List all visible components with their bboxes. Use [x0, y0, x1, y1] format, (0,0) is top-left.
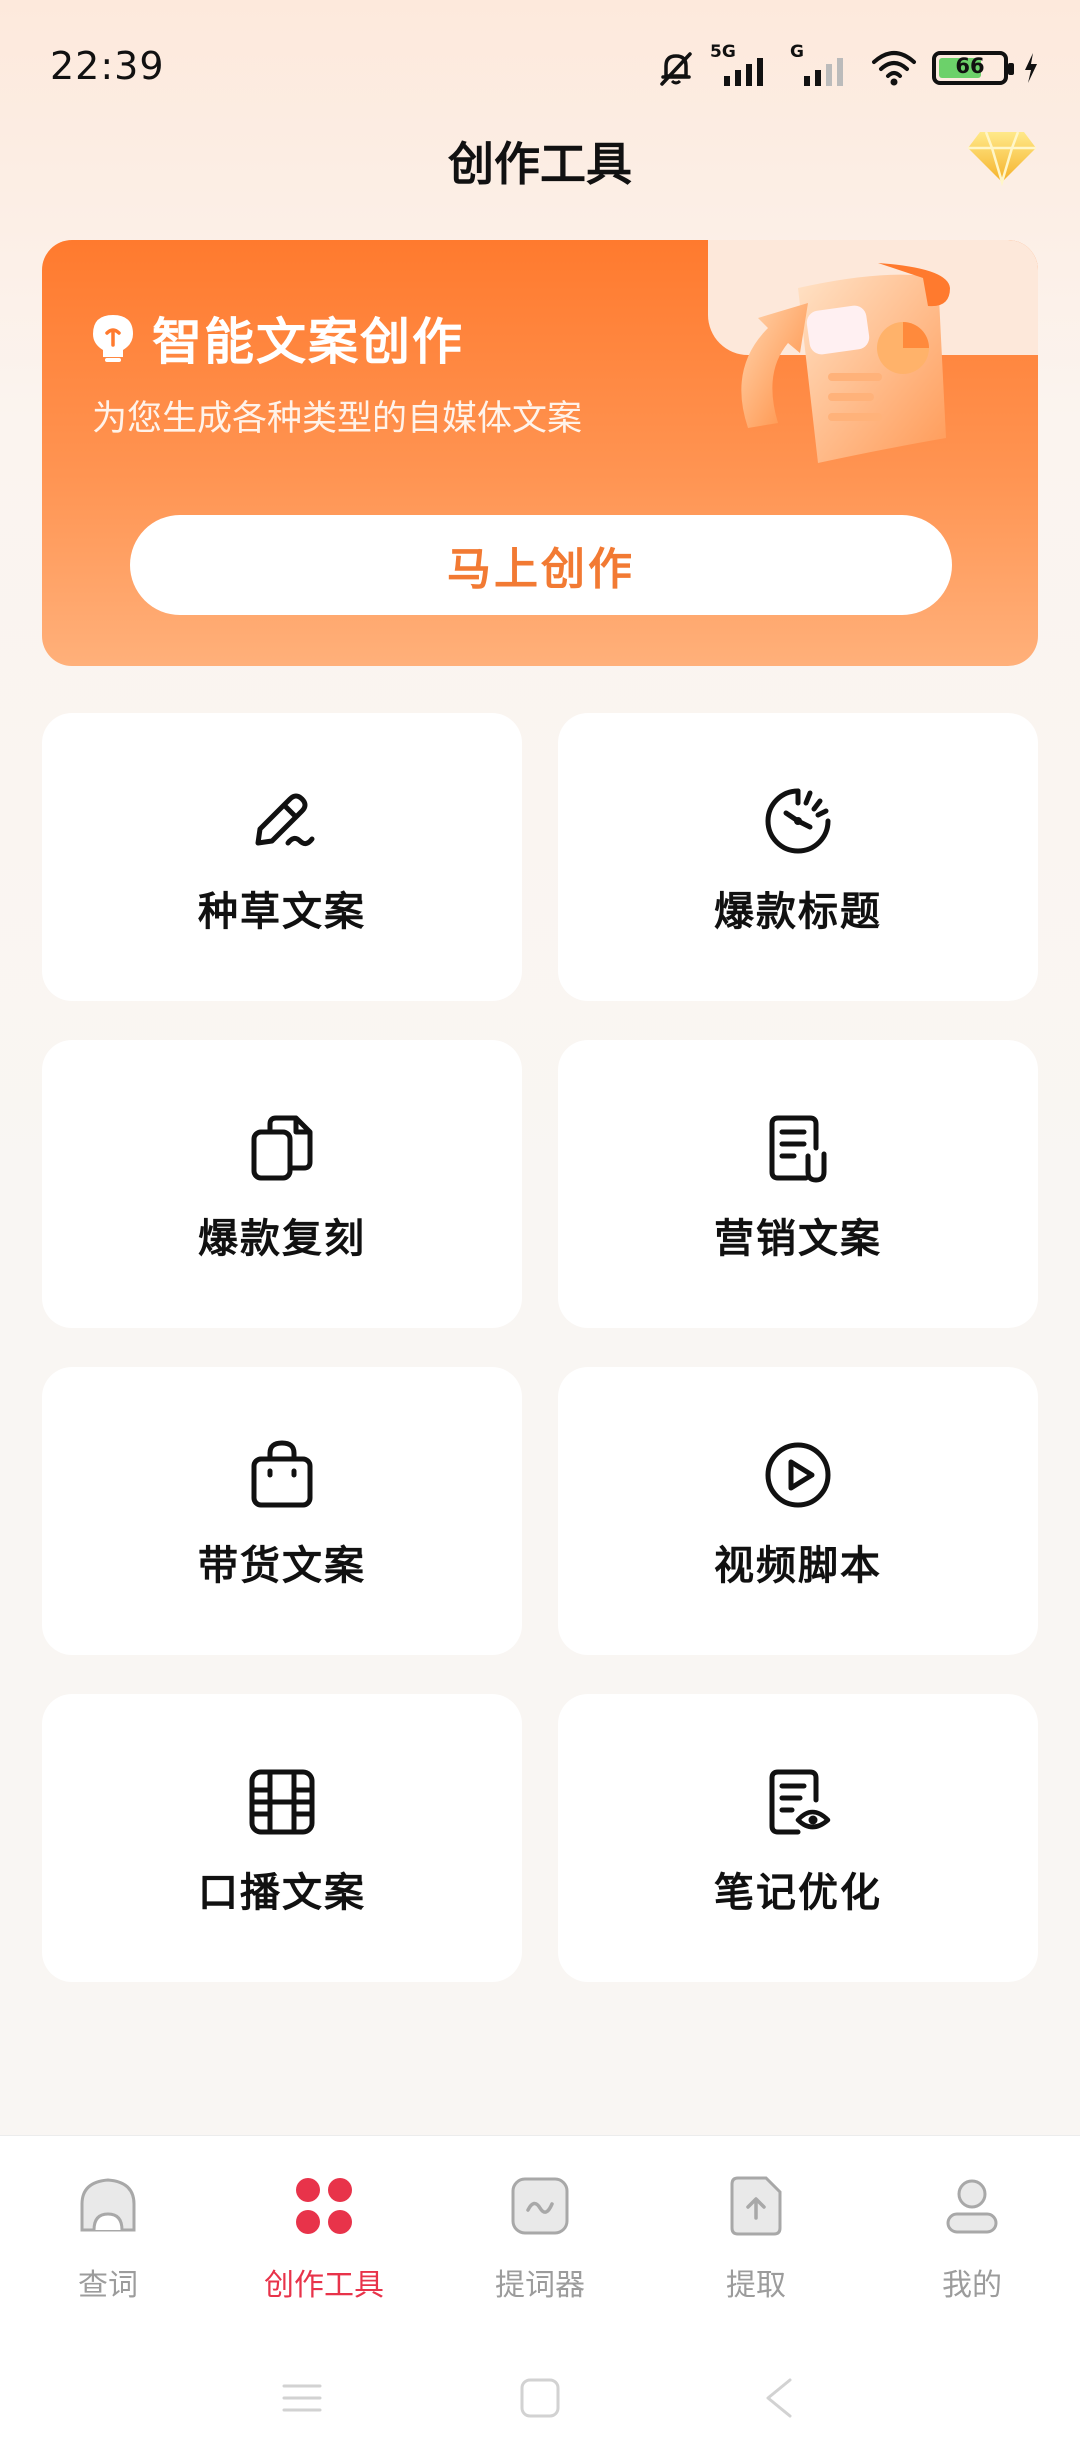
copy-icon [251, 1115, 313, 1181]
tab-creation-tools[interactable]: 创作工具 [216, 2174, 432, 2314]
tool-label: 营销文案 [714, 1216, 882, 1262]
create-now-button[interactable]: 马上创作 [130, 515, 952, 615]
home-icon [80, 2178, 136, 2232]
banner-head: 智能文案创作 [90, 302, 464, 374]
status-bar: 22:39 5G G 66 [0, 0, 1080, 130]
tool-card-selling-copy[interactable]: 带货文案 [42, 1367, 522, 1655]
status-time: 22:39 [50, 44, 165, 88]
tool-label: 种草文案 [198, 889, 366, 935]
battery-level: 66 [955, 54, 985, 78]
battery-icon: 66 [932, 51, 1014, 85]
tool-label: 爆款复刻 [198, 1216, 366, 1262]
back-icon[interactable] [758, 2376, 802, 2420]
status-icons: 5G G 66 [656, 42, 1040, 92]
grid-icon [296, 2178, 352, 2234]
tool-label: 带货文案 [198, 1543, 366, 1589]
timer-icon [765, 788, 831, 854]
tool-card-video-script[interactable]: 视频脚本 [558, 1367, 1038, 1655]
tab-label: 提取 [726, 2268, 786, 2303]
mute-bell-icon [660, 52, 692, 86]
signal-5g-icon: 5G [710, 42, 776, 88]
tab-label: 提词器 [495, 2268, 585, 2303]
home-square-icon[interactable] [518, 2376, 562, 2420]
charging-icon [1025, 53, 1037, 83]
shopping-bag-icon [251, 1440, 313, 1508]
user-icon [946, 2179, 998, 2234]
tool-card-oral-broadcast[interactable]: 口播文案 [42, 1694, 522, 1982]
play-circle-icon [765, 1442, 831, 1508]
page-title: 创作工具 [448, 137, 632, 191]
tool-label: 视频脚本 [714, 1543, 882, 1589]
tool-card-seeding-copy[interactable]: 种草文案 [42, 713, 522, 1001]
upload-file-icon [730, 2176, 782, 2236]
tool-label: 口播文案 [198, 1870, 366, 1916]
prompter-icon [511, 2177, 569, 2235]
wifi-icon [872, 51, 916, 86]
tab-extract[interactable]: 提取 [648, 2174, 864, 2314]
tab-label: 我的 [942, 2268, 1002, 2303]
lightbulb-icon [93, 315, 133, 362]
system-nav [0, 2360, 1080, 2440]
tool-label: 笔记优化 [714, 1870, 882, 1916]
document-eye-icon [769, 1769, 831, 1835]
menu-icon[interactable] [280, 2376, 324, 2420]
tab-label: 创作工具 [264, 2268, 384, 2303]
banner-title: 智能文案创作 [152, 313, 464, 371]
banner-subtitle: 为您生成各种类型的自媒体文案 [92, 399, 583, 439]
film-icon [249, 1769, 315, 1835]
tab-teleprompter[interactable]: 提词器 [432, 2174, 648, 2314]
tab-mine[interactable]: 我的 [864, 2174, 1080, 2314]
tool-label: 爆款标题 [714, 889, 882, 935]
pen-icon [255, 793, 315, 847]
tool-card-viral-title[interactable]: 爆款标题 [558, 713, 1038, 1001]
tool-card-marketing-copy[interactable]: 营销文案 [558, 1040, 1038, 1328]
tool-card-note-optimize[interactable]: 笔记优化 [558, 1694, 1038, 1982]
tool-card-viral-replicate[interactable]: 爆款复刻 [42, 1040, 522, 1328]
tab-label: 查词 [78, 2268, 138, 2303]
signal-g-icon: G [790, 42, 856, 88]
document-illustration-icon [741, 263, 950, 463]
tab-lookup[interactable]: 查词 [0, 2174, 216, 2314]
diamond-vip-icon[interactable] [966, 126, 1038, 186]
smart-copywriting-banner[interactable]: 智能文案创作 为您生成各种类型的自媒体文案 马上创作 [42, 240, 1038, 666]
document-clip-icon [769, 1115, 827, 1183]
